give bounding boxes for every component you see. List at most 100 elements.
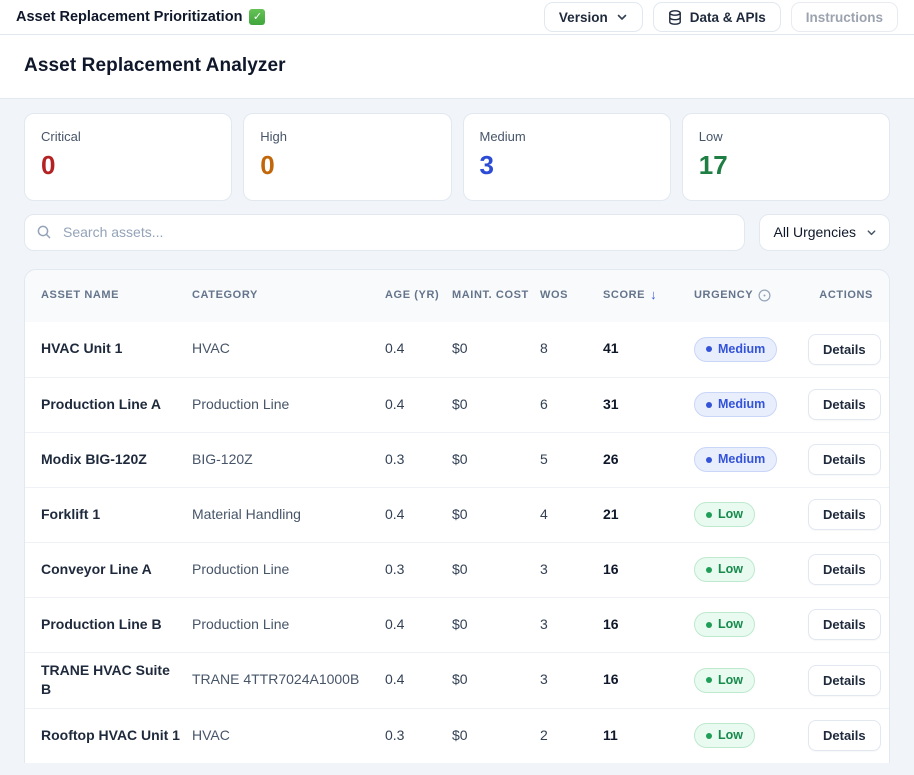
- filter-row: All Urgencies: [24, 213, 890, 251]
- sort-desc-icon[interactable]: ↓: [650, 286, 657, 305]
- asset-maint-cost: $0: [452, 505, 468, 522]
- page-title: Asset Replacement Analyzer: [24, 55, 286, 76]
- urgency-dot-icon: [706, 621, 712, 628]
- details-button[interactable]: Details: [808, 720, 881, 752]
- col-header-score[interactable]: SCORE ↓: [603, 286, 694, 305]
- asset-name: Forklift 1: [41, 505, 101, 522]
- urgency-label: Low: [718, 562, 743, 577]
- asset-maint-cost: $0: [452, 726, 468, 743]
- urgency-label: Low: [718, 672, 743, 687]
- asset-category: BIG-120Z: [192, 450, 253, 467]
- table-row: Forklift 1 Material Handling 0.4 $0 4 21…: [25, 486, 889, 542]
- search-wrap: [24, 213, 745, 251]
- col-header-urgency[interactable]: URGENCY: [694, 288, 808, 304]
- urgency-badge: Low: [694, 502, 755, 528]
- urgency-dot-icon: [706, 566, 712, 573]
- table-row: HVAC Unit 1 HVAC 0.4 $0 8 41 Medium Deta…: [25, 322, 889, 377]
- summary-cards: Critical 0 High 0 Medium 3 Low 17: [24, 113, 890, 201]
- col-header-asset-name[interactable]: ASSET NAME: [41, 288, 192, 304]
- asset-urgency-cell: Medium: [694, 392, 808, 418]
- card-label: High: [260, 129, 287, 144]
- page-heading-band: Asset Replacement Analyzer: [0, 35, 914, 99]
- asset-category: TRANE 4TTR7024A1000B: [192, 671, 360, 688]
- app-title: Asset Replacement Prioritization ✓: [16, 9, 266, 25]
- asset-actions-cell: Details: [808, 389, 881, 421]
- card-value: 17: [698, 150, 728, 180]
- urgency-label: Low: [718, 617, 743, 632]
- asset-urgency-cell: Medium: [694, 447, 808, 473]
- asset-actions-cell: Details: [808, 554, 881, 586]
- urgency-dot-icon: [706, 346, 712, 353]
- asset-age: 0.4: [385, 505, 405, 522]
- urgency-filter-value: All Urgencies: [773, 224, 856, 241]
- col-header-category[interactable]: CATEGORY: [192, 288, 385, 304]
- check-mark-icon: ✓: [249, 9, 266, 25]
- asset-category: Material Handling: [192, 505, 301, 522]
- asset-category: HVAC: [192, 340, 230, 357]
- asset-score: 16: [603, 560, 619, 577]
- asset-wos: 8: [540, 340, 548, 357]
- details-button[interactable]: Details: [808, 664, 881, 696]
- data-apis-label: Data & APIs: [689, 9, 766, 25]
- asset-wos: 3: [540, 560, 548, 577]
- asset-name: Rooftop HVAC Unit 1: [41, 726, 180, 743]
- details-button[interactable]: Details: [808, 609, 881, 641]
- card-label: Medium: [479, 129, 526, 144]
- table-row: Production Line B Production Line 0.4 $0…: [25, 596, 889, 652]
- asset-urgency-cell: Medium: [694, 336, 808, 362]
- asset-urgency-cell: Low: [694, 502, 808, 528]
- urgency-badge: Low: [694, 612, 755, 638]
- asset-category: Production Line: [192, 395, 290, 412]
- data-apis-button[interactable]: Data & APIs: [652, 2, 781, 32]
- asset-actions-cell: Details: [808, 664, 881, 696]
- asset-name: Modix BIG-120Z: [41, 450, 147, 467]
- asset-name: Conveyor Line A: [41, 560, 152, 577]
- card-label: Low: [698, 129, 723, 144]
- card-label: Critical: [41, 129, 81, 144]
- search-input[interactable]: [24, 213, 745, 251]
- col-header-age[interactable]: AGE (YR): [385, 288, 452, 304]
- asset-score: 11: [603, 726, 618, 743]
- version-dropdown-button[interactable]: Version: [543, 2, 643, 32]
- urgency-badge: Low: [694, 723, 755, 749]
- info-icon: [758, 289, 771, 302]
- asset-maint-cost: $0: [452, 615, 468, 632]
- table-row: Production Line A Production Line 0.4 $0…: [25, 376, 889, 432]
- asset-category: HVAC: [192, 726, 230, 743]
- instructions-label: Instructions: [805, 9, 883, 25]
- details-button[interactable]: Details: [808, 444, 881, 476]
- main-content: Critical 0 High 0 Medium 3 Low 17 All Ur…: [0, 99, 914, 763]
- summary-card-medium: Medium 3: [462, 113, 671, 201]
- asset-score: 21: [603, 505, 619, 522]
- asset-name: TRANE HVAC Suite B: [41, 661, 170, 698]
- details-button[interactable]: Details: [808, 554, 881, 586]
- search-icon: [37, 225, 51, 239]
- details-button[interactable]: Details: [808, 389, 881, 421]
- asset-age: 0.4: [385, 671, 405, 688]
- urgency-dot-icon: [706, 511, 712, 518]
- asset-maint-cost: $0: [452, 395, 468, 412]
- table-row: Modix BIG-120Z BIG-120Z 0.3 $0 5 26 Medi…: [25, 431, 889, 487]
- urgency-dot-icon: [706, 732, 712, 739]
- details-button[interactable]: Details: [808, 499, 881, 531]
- urgency-filter-select[interactable]: All Urgencies: [758, 213, 890, 251]
- app-title-text: Asset Replacement Prioritization: [16, 9, 243, 25]
- asset-age: 0.4: [385, 395, 405, 412]
- col-header-wos[interactable]: WOS: [540, 288, 603, 304]
- version-label: Version: [558, 9, 608, 25]
- asset-actions-cell: Details: [808, 720, 881, 752]
- asset-wos: 6: [540, 395, 548, 412]
- asset-actions-cell: Details: [808, 609, 881, 641]
- asset-maint-cost: $0: [452, 671, 468, 688]
- asset-score: 26: [603, 450, 619, 467]
- asset-age: 0.4: [385, 615, 405, 632]
- table-body: HVAC Unit 1 HVAC 0.4 $0 8 41 Medium Deta…: [25, 322, 889, 763]
- asset-wos: 3: [540, 671, 548, 688]
- asset-age: 0.3: [385, 726, 405, 743]
- details-button[interactable]: Details: [808, 333, 881, 365]
- urgency-label: Medium: [718, 452, 766, 467]
- instructions-button[interactable]: Instructions: [790, 2, 898, 32]
- col-header-maint-cost[interactable]: MAINT. COST: [452, 288, 540, 304]
- urgency-badge: Medium: [694, 392, 778, 418]
- asset-actions-cell: Details: [808, 499, 881, 531]
